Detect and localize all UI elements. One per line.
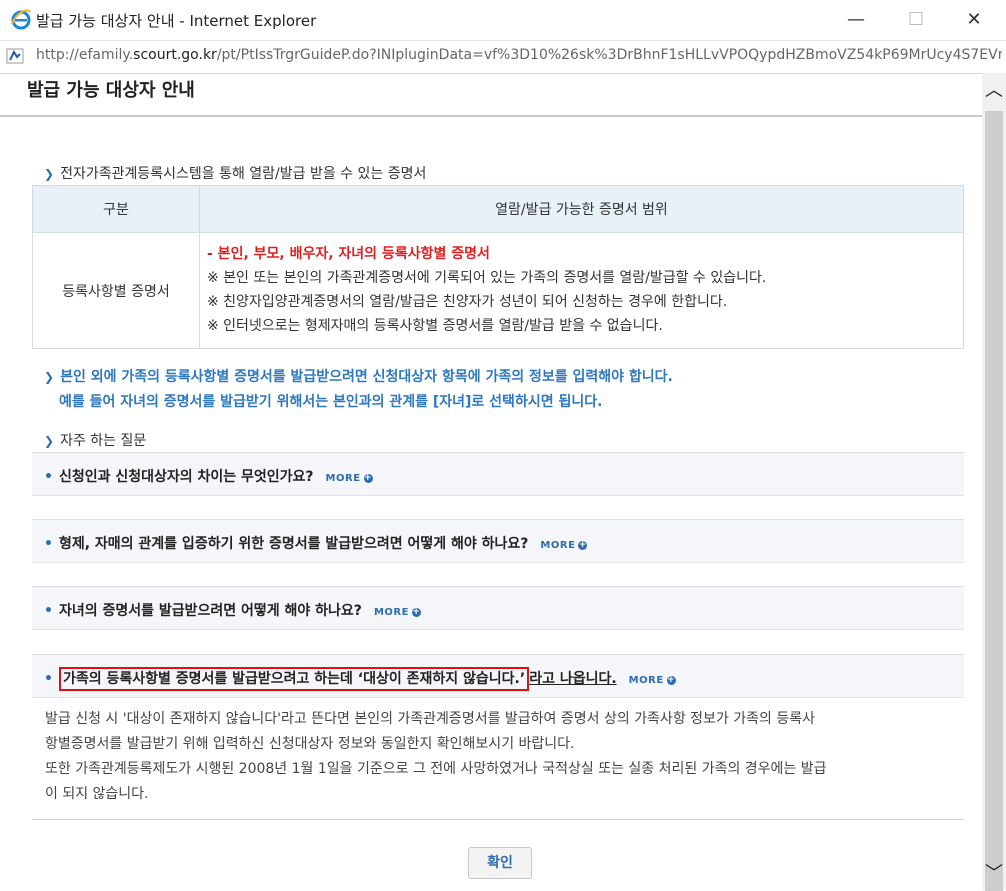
minimize-button[interactable]: — xyxy=(833,4,879,36)
confirm-button[interactable]: 확인 xyxy=(468,847,532,879)
arrow-icon: ❯ xyxy=(44,370,55,384)
internet-explorer-icon xyxy=(11,9,31,30)
arrow-icon: ❯ xyxy=(44,167,55,181)
window-title: 발급 가능 대상자 안내 - Internet Explorer xyxy=(36,12,317,30)
address-bar[interactable]: http://efamily.scourt.go.kr/pt/PtIssTrgr… xyxy=(0,40,1006,74)
certificate-table: 구분 열람/발급 가능한 증명서 범위 등록사항별 증명서 - 본인, 부모, … xyxy=(32,185,964,349)
faq-item[interactable]: • 형제, 자매의 관계를 입증하기 위한 증명서를 발급받으려면 어떻게 해야 … xyxy=(32,519,964,563)
table-header-row: 구분 열람/발급 가능한 증명서 범위 xyxy=(32,185,964,233)
scope-note: ※ 인터넷으로는 형제자매의 등록사항별 증명서를 열람/발급 받을 수 없습니… xyxy=(207,318,663,334)
faq-question[interactable]: 라고 나옵니다. xyxy=(529,671,616,687)
scope-note: ※ 본인 또는 본인의 가족관계증명서에 기록되어 있는 가족의 증명서를 열람… xyxy=(207,270,767,286)
plus-icon: + xyxy=(666,675,676,685)
more-link[interactable]: MORE + xyxy=(374,607,421,618)
faq-question[interactable]: 자녀의 증명서를 발급받으려면 어떻게 해야 하나요? xyxy=(59,603,362,619)
faq-item[interactable]: • 신청인과 신청대상자의 차이는 무엇인가요? MORE + xyxy=(32,452,964,496)
table-header-scope: 열람/발급 가능한 증명서 범위 xyxy=(199,185,964,233)
plus-icon: + xyxy=(363,473,373,483)
faq-item[interactable]: • 자녀의 증명서를 발급받으려면 어떻게 해야 하나요? MORE + xyxy=(32,586,964,630)
site-favicon-icon xyxy=(6,48,24,64)
window-titlebar: 발급 가능 대상자 안내 - Internet Explorer — ☐ ✕ xyxy=(0,0,1006,40)
family-notice: ❯ 본인 외에 가족의 등록사항별 증명서를 발급받으려면 신청대상자 항목에 가… xyxy=(44,369,673,410)
faq-item-expanded[interactable]: • 가족의 등록사항별 증명서를 발급받으려고 하는데 ‘대상이 존재하지 않습니… xyxy=(32,654,964,698)
table-row: 등록사항별 증명서 - 본인, 부모, 배우자, 자녀의 등록사항별 증명서 ※… xyxy=(32,232,964,349)
section-heading-certificates: ❯ 전자가족관계등록시스템을 통해 열람/발급 받을 수 있는 증명서 xyxy=(44,166,427,182)
scroll-down-icon[interactable]: ﹀ xyxy=(982,860,1006,888)
more-link[interactable]: MORE + xyxy=(629,675,676,686)
faq-question-highlight[interactable]: 가족의 등록사항별 증명서를 발급받으려고 하는데 ‘대상이 존재하지 않습니다… xyxy=(58,667,530,691)
faq-heading: ❯ 자주 하는 질문 xyxy=(44,433,147,449)
close-button[interactable]: ✕ xyxy=(951,4,997,36)
scope-note: ※ 친양자입양관계증명서의 열람/발급은 친양자가 성년이 되어 신청하는 경우… xyxy=(207,294,728,310)
maximize-button[interactable]: ☐ xyxy=(893,4,939,36)
page-title: 발급 가능 대상자 안내 xyxy=(27,80,195,101)
faq-answer: 발급 신청 시 '대상이 존재하지 않습니다'라고 뜬다면 본인의 가족관계증명… xyxy=(45,711,827,802)
table-header-category: 구분 xyxy=(32,185,200,233)
plus-icon: + xyxy=(411,607,421,617)
url-text[interactable]: http://efamily.scourt.go.kr/pt/PtIssTrgr… xyxy=(36,47,1002,63)
page-header: 발급 가능 대상자 안내 xyxy=(0,73,982,117)
page-content: 발급 가능 대상자 안내 ❯ 전자가족관계등록시스템을 통해 열람/발급 받을 수… xyxy=(0,73,982,890)
faq-question[interactable]: 신청인과 신청대상자의 차이는 무엇인가요? xyxy=(59,469,314,485)
faq-question[interactable]: 형제, 자매의 관계를 입증하기 위한 증명서를 발급받으려면 어떻게 해야 하… xyxy=(59,536,528,552)
vertical-scrollbar[interactable]: ︿ ﹀ xyxy=(982,73,1006,891)
more-link[interactable]: MORE + xyxy=(540,540,588,551)
arrow-icon: ❯ xyxy=(44,434,55,448)
scroll-up-icon[interactable]: ︿ xyxy=(982,77,1006,105)
row-label: 등록사항별 증명서 xyxy=(32,232,200,349)
scrollbar-thumb[interactable] xyxy=(985,111,1003,891)
more-link[interactable]: MORE + xyxy=(326,473,373,484)
plus-icon: + xyxy=(578,540,588,550)
divider xyxy=(32,819,964,820)
row-content: - 본인, 부모, 배우자, 자녀의 등록사항별 증명서 ※ 본인 또는 본인의… xyxy=(199,232,964,349)
scope-line: - 본인, 부모, 배우자, 자녀의 등록사항별 증명서 xyxy=(207,246,490,262)
